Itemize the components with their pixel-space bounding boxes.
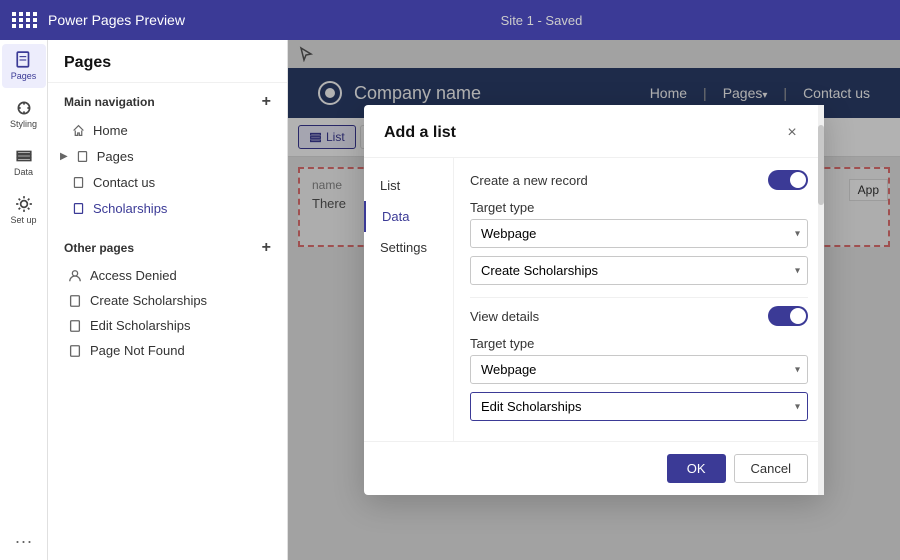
dialog-header: Add a list × (364, 105, 824, 158)
sidebar-data-label: Data (14, 167, 33, 177)
top-bar: Power Pages Preview Site 1 - Saved (0, 0, 900, 40)
dialog-tab-settings[interactable]: Settings (364, 232, 453, 263)
other-item-create-scholarships[interactable]: Create Scholarships (48, 288, 287, 313)
sidebar-item-styling[interactable]: Styling (2, 92, 46, 136)
create-record-toggle-row: Create a new record (470, 170, 808, 190)
create-scholarships-select-wrapper: Create Scholarships Edit Scholarships Ho… (470, 256, 808, 285)
view-details-label: View details (470, 309, 539, 324)
nav-item-home[interactable]: Home ··· (48, 117, 287, 143)
main-content: Company name Home | Pages▾ | Contact us … (288, 40, 900, 560)
scrollbar-thumb[interactable] (818, 158, 824, 205)
target-type-select-2[interactable]: Webpage URL Dialog (470, 355, 808, 384)
target-type-select-wrapper-1: Webpage URL Dialog ▾ (470, 219, 808, 248)
sidebar-item-pages[interactable]: Pages (2, 44, 46, 88)
pages-panel: Pages Main navigation + Home ··· ▶ Pages… (48, 40, 288, 560)
create-new-record-toggle[interactable] (768, 170, 808, 190)
dialog-body: List Data Settings (364, 158, 824, 441)
nav-item-scholarships[interactable]: Scholarships ··· (48, 195, 287, 221)
dialog-right-content: Create a new record Target type Webpage … (454, 158, 824, 441)
sidebar-item-data[interactable]: Data (2, 140, 46, 184)
sidebar-pages-label: Pages (11, 71, 37, 81)
grid-icon (12, 12, 38, 28)
sidebar-item-setup[interactable]: Set up (2, 188, 46, 232)
other-item-edit-scholarships[interactable]: Edit Scholarships (48, 313, 287, 338)
saved-status: Site 1 - Saved (195, 13, 888, 28)
other-item-page-not-found[interactable]: Page Not Found (48, 338, 287, 363)
add-list-dialog: Add a list × List Data Settings (364, 105, 824, 495)
view-details-section: View details Target type Webpage URL Dia… (470, 306, 808, 421)
dialog-left-tabs: List Data Settings (364, 158, 454, 441)
section-divider (470, 297, 808, 298)
create-record-section: Create a new record Target type Webpage … (470, 170, 808, 285)
target-type-label-2: Target type (470, 336, 808, 351)
app-title: Power Pages Preview (48, 12, 185, 28)
nav-contact-label: Contact us (93, 175, 155, 190)
dialog-footer: OK Cancel (364, 441, 824, 495)
create-new-record-label: Create a new record (470, 173, 588, 188)
other-create-scholarships-label: Create Scholarships (90, 293, 207, 308)
dialog-title: Add a list (384, 124, 456, 142)
edit-scholarships-select-wrapper: Edit Scholarships Create Scholarships Ho… (470, 392, 808, 421)
target-type-label-1: Target type (470, 200, 808, 215)
main-nav-header: Main navigation + (48, 83, 287, 117)
other-item-access-denied[interactable]: Access Denied (48, 263, 287, 288)
view-details-toggle-row: View details (470, 306, 808, 326)
view-details-toggle[interactable] (768, 306, 808, 326)
cancel-button[interactable]: Cancel (734, 454, 808, 483)
other-pages-label: Other pages (64, 241, 134, 255)
nav-item-pages[interactable]: ▶ Pages ··· (48, 143, 287, 169)
pages-panel-title: Pages (48, 40, 287, 83)
target-type-select-wrapper-2: Webpage URL Dialog ▾ (470, 355, 808, 384)
edit-scholarships-select[interactable]: Edit Scholarships Create Scholarships Ho… (470, 392, 808, 421)
sidebar-setup-label: Set up (10, 215, 36, 225)
sidebar-more[interactable]: ··· (15, 531, 33, 552)
ok-button[interactable]: OK (667, 454, 726, 483)
main-nav-label: Main navigation (64, 95, 155, 109)
add-main-nav-button[interactable]: + (262, 93, 271, 111)
create-scholarships-select[interactable]: Create Scholarships Edit Scholarships Ho… (470, 256, 808, 285)
pages-arrow-icon: ▶ (60, 151, 68, 162)
nav-pages-label: Pages (97, 149, 134, 164)
nav-home-label: Home (93, 123, 128, 138)
dialog-tab-data[interactable]: Data (364, 201, 453, 232)
other-access-denied-label: Access Denied (90, 268, 177, 283)
sidebar-styling-label: Styling (10, 119, 37, 129)
dialog-tab-list[interactable]: List (364, 170, 453, 201)
scrollbar-track (818, 158, 824, 441)
other-edit-scholarships-label: Edit Scholarships (90, 318, 190, 333)
dialog-overlay: Add a list × List Data Settings (288, 40, 900, 560)
nav-scholarships-label: Scholarships (93, 201, 167, 216)
other-page-not-found-label: Page Not Found (90, 343, 185, 358)
add-other-nav-button[interactable]: + (262, 239, 271, 257)
target-type-select-1[interactable]: Webpage URL Dialog (470, 219, 808, 248)
icon-sidebar: Pages Styling Data Set up ··· (0, 40, 48, 560)
dialog-close-button[interactable]: × (780, 121, 804, 145)
other-pages-header: Other pages + (48, 229, 287, 263)
nav-item-contact[interactable]: Contact us ··· (48, 169, 287, 195)
